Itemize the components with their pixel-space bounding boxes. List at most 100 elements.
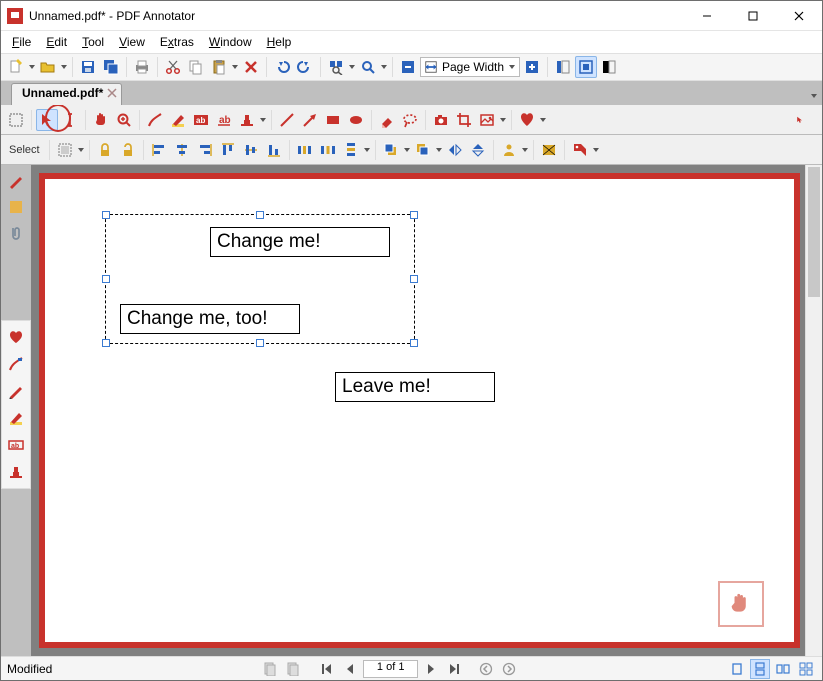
flip-h-button[interactable] [444, 139, 466, 161]
prev-page-button[interactable] [340, 659, 360, 679]
sel-handle-bl[interactable] [102, 339, 110, 347]
paste-dropdown[interactable] [231, 56, 239, 78]
sel-handle-bc[interactable] [256, 339, 264, 347]
send-back-dropdown[interactable] [435, 139, 443, 161]
rect-select-tool[interactable] [5, 109, 27, 131]
distribute-v-button[interactable] [340, 139, 362, 161]
snapshot-tool[interactable] [430, 109, 452, 131]
stamp-dropdown[interactable] [259, 109, 267, 131]
menu-file[interactable]: File [6, 33, 37, 51]
lv-pen-icon[interactable] [4, 169, 28, 193]
minimize-button[interactable] [684, 1, 730, 31]
print-button[interactable] [131, 56, 153, 78]
lv2-heart-icon[interactable] [4, 324, 28, 350]
sel-handle-tr[interactable] [410, 211, 418, 219]
menu-view[interactable]: View [113, 33, 151, 51]
sel-handle-tl[interactable] [102, 211, 110, 219]
sel-handle-ml[interactable] [102, 275, 110, 283]
nav-back-button[interactable] [476, 659, 496, 679]
canvas[interactable]: Change me! Change me, too! Leave me! [31, 165, 822, 656]
flatten-button[interactable] [538, 139, 560, 161]
align-top-button[interactable] [217, 139, 239, 161]
textbox-2[interactable]: Change me, too! [120, 304, 300, 334]
scrollbar-thumb[interactable] [808, 167, 820, 297]
open-dropdown[interactable] [60, 56, 68, 78]
bring-front-button[interactable] [380, 139, 402, 161]
find-dropdown[interactable] [348, 56, 356, 78]
find-button[interactable] [325, 56, 347, 78]
lock-button[interactable] [94, 139, 116, 161]
select-all-dropdown[interactable] [77, 139, 85, 161]
group-button[interactable] [498, 139, 520, 161]
menu-help[interactable]: Help [261, 33, 298, 51]
redo-button[interactable] [294, 56, 316, 78]
favorites-dropdown[interactable] [539, 109, 547, 131]
sb-page-icon2[interactable] [283, 659, 303, 679]
vertical-scrollbar[interactable] [805, 165, 822, 656]
zoom-combo[interactable]: Page Width [420, 57, 520, 77]
align-bottom-button[interactable] [263, 139, 285, 161]
sel-handle-tc[interactable] [256, 211, 264, 219]
view-single-button[interactable] [727, 659, 747, 679]
textbox-1[interactable]: Change me! [210, 227, 390, 257]
view-continuous-button[interactable] [750, 659, 770, 679]
new-dropdown[interactable] [28, 56, 36, 78]
image-dropdown[interactable] [499, 109, 507, 131]
nav-forward-button[interactable] [499, 659, 519, 679]
image-tool[interactable] [476, 109, 498, 131]
lv-note-icon[interactable] [4, 195, 28, 219]
document-tab[interactable]: Unnamed.pdf* [11, 83, 122, 105]
select-all-button[interactable] [54, 139, 76, 161]
distribute-h-button[interactable] [294, 139, 316, 161]
maximize-button[interactable] [730, 1, 776, 31]
sidebar-toggle-button[interactable] [552, 56, 574, 78]
underline-tool[interactable]: ab [213, 109, 235, 131]
half-view-button[interactable] [598, 56, 620, 78]
highlighter-tool[interactable] [167, 109, 189, 131]
send-back-button[interactable] [412, 139, 434, 161]
save-as-button[interactable] [100, 56, 122, 78]
lv2-highlighter-icon[interactable] [4, 405, 28, 431]
menu-window[interactable]: Window [203, 33, 258, 51]
view-two-page-button[interactable] [773, 659, 793, 679]
align-middle-v-button[interactable] [240, 139, 262, 161]
stamp-tool[interactable] [236, 109, 258, 131]
tabbar-dropdown[interactable] [810, 85, 818, 107]
lasso-erase-tool[interactable] [399, 109, 421, 131]
first-page-button[interactable] [317, 659, 337, 679]
zoom-out-button[interactable] [397, 56, 419, 78]
save-button[interactable] [77, 56, 99, 78]
view-grid-button[interactable] [796, 659, 816, 679]
page[interactable]: Change me! Change me, too! Leave me! [45, 179, 794, 642]
unlock-button[interactable] [117, 139, 139, 161]
delete-button[interactable] [240, 56, 262, 78]
rectangle-tool[interactable] [322, 109, 344, 131]
align-right-button[interactable] [194, 139, 216, 161]
copy-button[interactable] [185, 56, 207, 78]
menu-extras[interactable]: Extras [154, 33, 200, 51]
pen-tool[interactable] [144, 109, 166, 131]
eraser-tool[interactable] [376, 109, 398, 131]
new-button[interactable] [5, 56, 27, 78]
tag-dropdown[interactable] [592, 139, 600, 161]
lv2-stamp-icon[interactable] [4, 459, 28, 485]
cut-button[interactable] [162, 56, 184, 78]
line-tool[interactable] [276, 109, 298, 131]
favorites-tool[interactable] [516, 109, 538, 131]
align-left-button[interactable] [148, 139, 170, 161]
tag-button[interactable] [569, 139, 591, 161]
search-dropdown[interactable] [380, 56, 388, 78]
text-cursor-tool[interactable] [59, 109, 81, 131]
close-button[interactable] [776, 1, 822, 31]
distribute-dropdown[interactable] [363, 139, 371, 161]
lv2-curve-icon[interactable] [4, 351, 28, 377]
arrow-tool[interactable] [299, 109, 321, 131]
bring-front-dropdown[interactable] [403, 139, 411, 161]
ellipse-tool[interactable] [345, 109, 367, 131]
distribute-center-button[interactable] [317, 139, 339, 161]
menu-edit[interactable]: Edit [40, 33, 73, 51]
undo-button[interactable] [271, 56, 293, 78]
pan-tool[interactable] [90, 109, 112, 131]
flip-v-button[interactable] [467, 139, 489, 161]
hand-button[interactable] [718, 581, 764, 627]
